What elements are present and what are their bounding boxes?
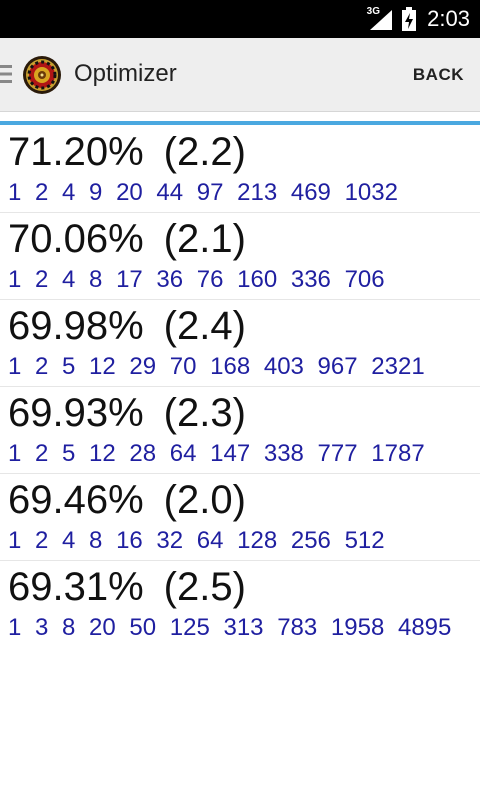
accent-divider <box>0 121 480 125</box>
result-factor: (2.5) <box>163 565 246 609</box>
result-factor: (2.1) <box>163 217 246 261</box>
result-sequence: 1 2 4 9 20 44 97 213 469 1032 <box>8 179 398 206</box>
result-percent: 69.46% <box>8 478 144 522</box>
status-bar: 3G 2:03 <box>0 0 480 38</box>
result-sequence: 1 2 5 12 28 64 147 338 777 1787 <box>8 440 425 467</box>
result-item[interactable]: 71.20% (2.2) 1 2 4 9 20 44 97 213 469 103… <box>0 126 480 213</box>
result-list: 71.20% (2.2) 1 2 4 9 20 44 97 213 469 103… <box>0 126 480 647</box>
result-sequence: 1 2 4 8 16 32 64 128 256 512 <box>8 527 385 554</box>
result-header: 71.20% (2.2) <box>8 126 470 178</box>
result-item[interactable]: 69.46% (2.0) 1 2 4 8 16 32 64 128 256 512 <box>0 474 480 561</box>
result-percent: 71.20% <box>8 130 144 174</box>
result-factor: (2.0) <box>163 478 246 522</box>
result-percent: 70.06% <box>8 217 144 261</box>
drawer-menu-icon[interactable] <box>0 62 12 86</box>
result-factor: (2.4) <box>163 304 246 348</box>
result-percent: 69.98% <box>8 304 144 348</box>
result-header: 70.06% (2.1) <box>8 213 470 265</box>
result-item[interactable]: 69.31% (2.5) 1 3 8 20 50 125 313 783 1958… <box>0 561 480 647</box>
clock: 2:03 <box>427 6 470 31</box>
roulette-wheel-icon[interactable] <box>22 55 62 95</box>
app-title: Optimizer <box>74 60 177 87</box>
result-item[interactable]: 69.93% (2.3) 1 2 5 12 28 64 147 338 777 1… <box>0 387 480 474</box>
result-sequence: 1 3 8 20 50 125 313 783 1958 4895 <box>8 614 452 641</box>
result-factor: (2.2) <box>163 130 246 174</box>
result-header: 69.46% (2.0) <box>8 474 470 526</box>
result-header: 69.31% (2.5) <box>8 561 470 613</box>
result-factor: (2.3) <box>163 391 246 435</box>
back-button[interactable]: BACK <box>413 65 464 85</box>
result-sequence: 1 2 5 12 29 70 168 403 967 2321 <box>8 353 425 380</box>
result-percent: 69.31% <box>8 565 144 609</box>
result-item[interactable]: 70.06% (2.1) 1 2 4 8 17 36 76 160 336 706 <box>0 213 480 300</box>
signal-icon <box>370 10 392 30</box>
result-percent: 69.93% <box>8 391 144 435</box>
result-header: 69.98% (2.4) <box>8 300 470 352</box>
result-item[interactable]: 69.98% (2.4) 1 2 5 12 29 70 168 403 967 2… <box>0 300 480 387</box>
battery-charging-icon <box>402 7 416 31</box>
result-header: 69.93% (2.3) <box>8 387 470 439</box>
action-bar: Optimizer BACK <box>0 38 480 112</box>
result-sequence: 1 2 4 8 17 36 76 160 336 706 <box>8 266 385 293</box>
